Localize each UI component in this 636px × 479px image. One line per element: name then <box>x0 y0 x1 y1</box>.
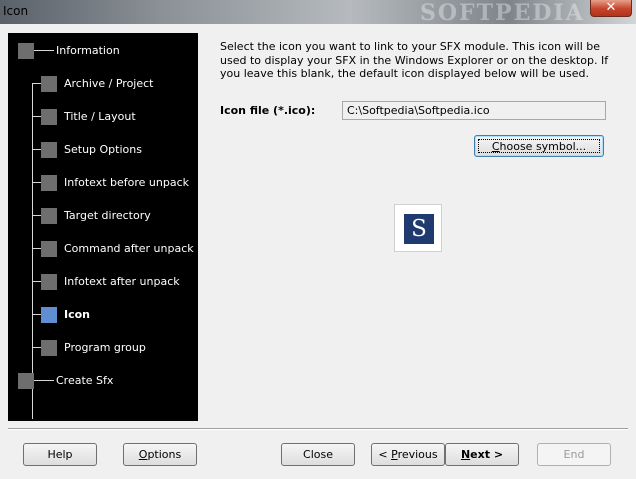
sidebar-step[interactable]: Create Sfx <box>8 371 198 391</box>
step-marker-icon <box>41 175 57 191</box>
sidebar-step[interactable]: Infotext before unpack <box>8 173 198 193</box>
sidebar-step[interactable]: Program group <box>8 338 198 358</box>
wizard-steps-sidebar: Information Archive / Project Title / Layo… <box>8 33 198 421</box>
step-marker-icon <box>41 142 57 158</box>
sidebar-step[interactable]: Setup Options <box>8 140 198 160</box>
sidebar-step-label: Archive / Project <box>64 77 154 90</box>
close-button[interactable]: Close <box>281 443 355 466</box>
sidebar-step-label: Command after unpack <box>64 242 194 255</box>
step-marker-icon <box>41 76 57 92</box>
window-title: Icon <box>3 4 29 18</box>
watermark: SOFTPEDIA <box>420 0 585 26</box>
sidebar-step[interactable]: Infotext after unpack <box>8 272 198 292</box>
sidebar-step-label: Information <box>56 44 120 57</box>
step-marker-icon <box>41 109 57 125</box>
sidebar-step-label: Setup Options <box>64 143 142 156</box>
icon-preview: S <box>394 204 442 252</box>
choose-symbol-label: Choose symbol... <box>475 136 603 156</box>
sidebar-step-label: Infotext after unpack <box>64 275 180 288</box>
icon-file-input[interactable] <box>342 101 606 120</box>
step-marker-icon <box>41 307 57 323</box>
sidebar-step[interactable]: Information <box>8 41 198 61</box>
help-label: Help <box>47 448 73 461</box>
step-marker-icon <box>41 340 57 356</box>
close-icon: ✕ <box>605 0 617 15</box>
previous-button[interactable]: < Previous <box>371 443 445 466</box>
sidebar-step[interactable]: Target directory <box>8 206 198 226</box>
step-marker-icon <box>41 241 57 257</box>
icon-file-label: Icon file (*.ico): <box>220 104 316 117</box>
sidebar-step[interactable]: Title / Layout <box>8 107 198 127</box>
sidebar-step[interactable]: Command after unpack <box>8 239 198 259</box>
help-button[interactable]: Help <box>23 443 97 466</box>
options-button[interactable]: Options <box>123 443 197 466</box>
end-label: End <box>563 448 585 461</box>
end-button: End <box>537 443 611 466</box>
previous-label: < Previous <box>378 448 438 461</box>
next-label: Next > <box>460 448 504 461</box>
step-marker-icon <box>18 43 34 59</box>
tree-branch-line <box>32 380 54 381</box>
close-label: Close <box>303 448 333 461</box>
tree-branch-line <box>32 50 54 51</box>
sidebar-step[interactable]: Icon <box>8 305 198 325</box>
sidebar-step-label: Target directory <box>64 209 151 222</box>
choose-symbol-button[interactable]: Choose symbol... <box>474 135 604 157</box>
footer-separator <box>8 428 628 430</box>
sidebar-step-label: Create Sfx <box>56 374 114 387</box>
sidebar-step[interactable]: Archive / Project <box>8 74 198 94</box>
sidebar-step-label: Infotext before unpack <box>64 176 190 189</box>
step-marker-icon <box>18 373 34 389</box>
sidebar-step-label: Title / Layout <box>64 110 136 123</box>
close-window-button[interactable]: ✕ <box>590 0 632 17</box>
sidebar-step-label: Icon <box>64 308 91 321</box>
options-label: Options <box>138 448 182 461</box>
step-marker-icon <box>41 274 57 290</box>
title-bar[interactable]: SOFTPEDIA Icon ✕ <box>0 0 636 26</box>
sfx-wizard-window: SOFTPEDIA Icon ✕ Information Archive / Pr… <box>0 0 636 479</box>
step-marker-icon <box>41 208 57 224</box>
softpedia-s-icon: S <box>404 214 434 244</box>
sidebar-step-label: Program group <box>64 341 146 354</box>
next-button[interactable]: Next > <box>445 443 519 466</box>
icon-description: Select the icon you want to link to your… <box>220 40 609 80</box>
